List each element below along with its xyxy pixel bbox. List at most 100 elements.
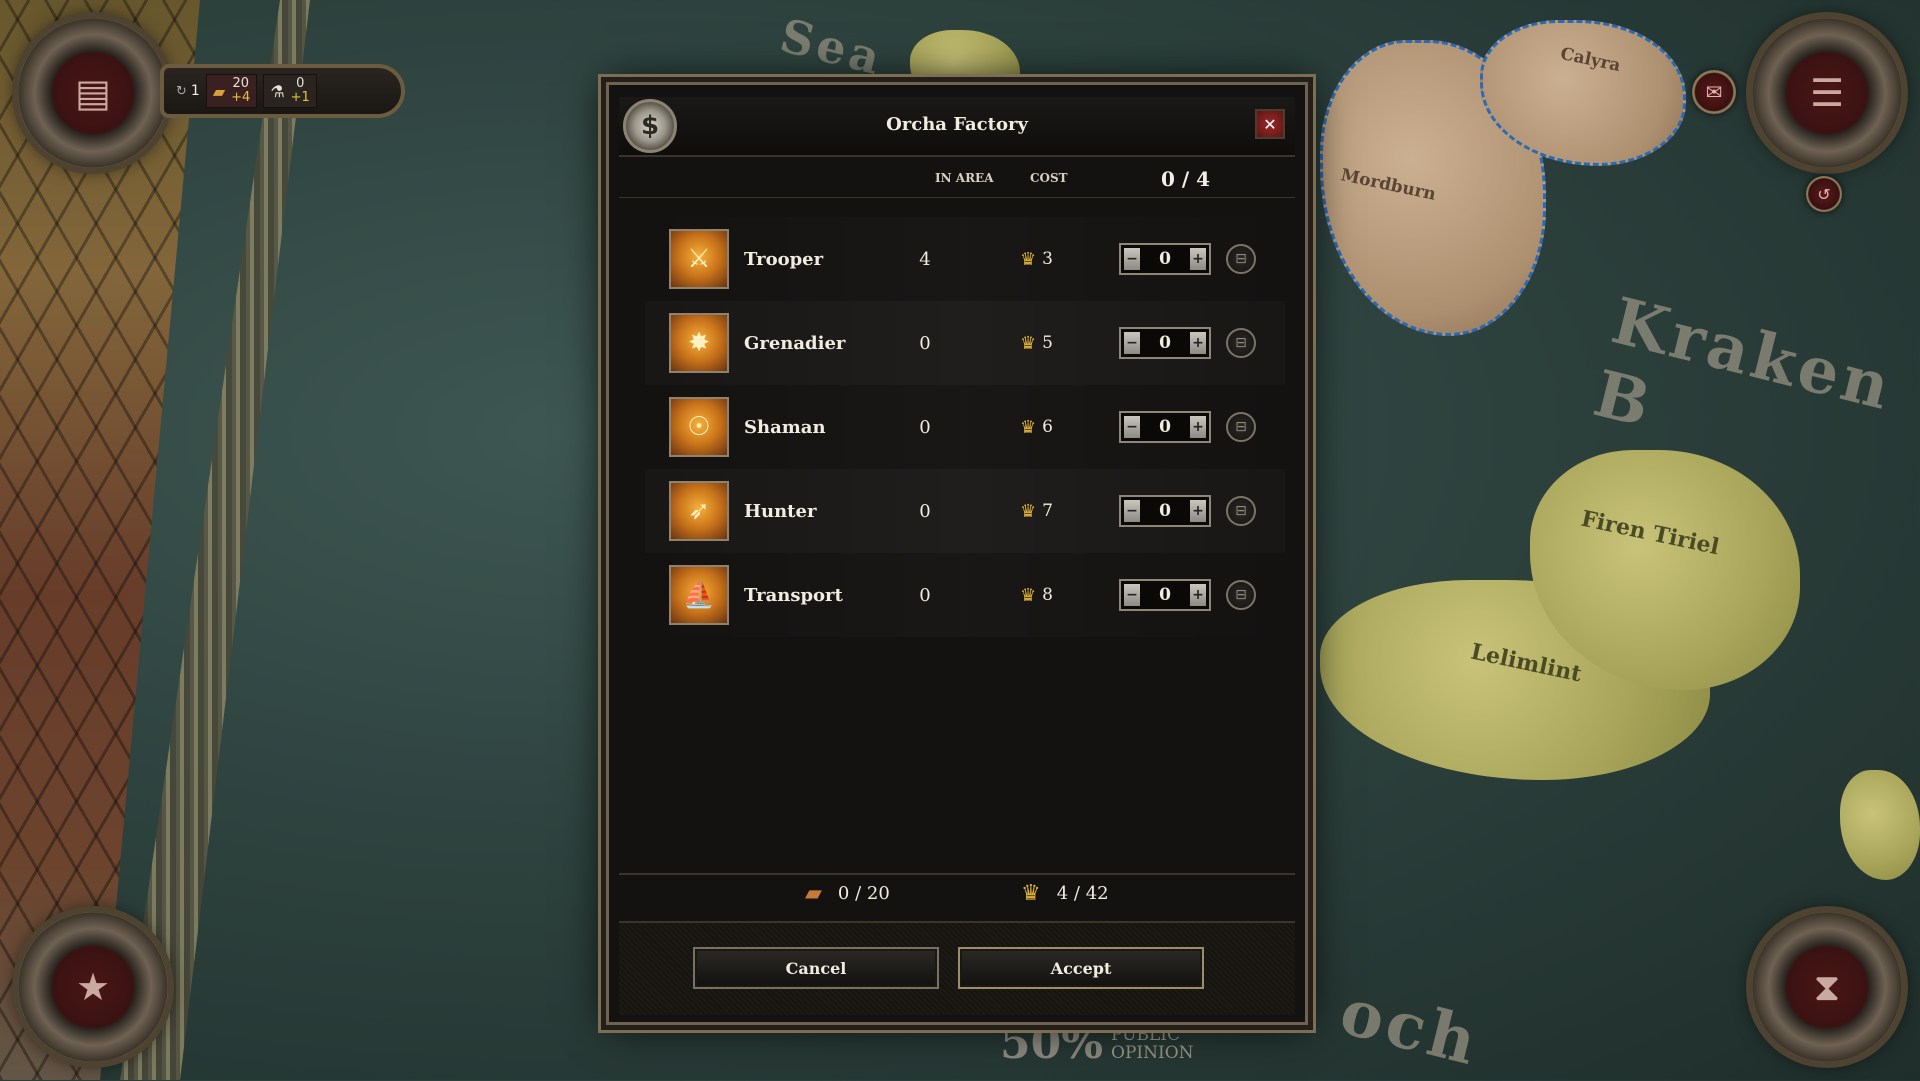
card-deck-button[interactable]: ▤ [18, 18, 168, 168]
gold-summary: ♛ 4 / 42 [1021, 881, 1109, 906]
mail-button[interactable]: ✉ [1692, 70, 1736, 114]
gold-icon: ♛ [1020, 416, 1037, 438]
divider [619, 197, 1295, 198]
unit-name: Hunter [744, 500, 817, 522]
troop-delta: +4 [231, 90, 251, 105]
opinion-label: OPINION [1111, 1042, 1194, 1063]
unit-cost: ♛ 5 [1020, 333, 1053, 354]
public-opinion: 50% PUBLIC OPINION [1000, 1018, 1194, 1069]
quantity-stepper: − 0 + [1119, 243, 1211, 275]
troop-icon: ▰ [212, 81, 226, 101]
research-value: 0 [296, 76, 305, 91]
max-icon: ⊟ [1235, 251, 1247, 267]
gold-icon: ♛ [1020, 248, 1037, 270]
unit-row: ☉ Shaman 0 ♛ 6 − 0 + ⊟ [645, 385, 1285, 469]
accept-button[interactable]: Accept [958, 947, 1204, 989]
dialog-title: Orcha Factory [886, 114, 1028, 135]
turn-count: 1 [190, 83, 200, 99]
sea-name: och [1333, 974, 1488, 1081]
column-header-cost: COST [1030, 171, 1068, 185]
max-icon: ⊟ [1235, 419, 1247, 435]
gold-icon: ♛ [1020, 332, 1037, 354]
decrease-button[interactable]: − [1124, 584, 1140, 606]
unit-cost: ♛ 7 [1020, 501, 1053, 522]
unit-name: Shaman [744, 416, 826, 438]
capacity-summary: ▰ 0 / 20 [805, 881, 890, 906]
flask-icon: ⚗ [270, 81, 285, 101]
unit-cost-value: 5 [1042, 333, 1053, 353]
opinion-percent: 50% [1000, 1018, 1104, 1069]
decrease-button[interactable]: − [1124, 248, 1140, 270]
column-header-in-area: IN AREA [935, 171, 994, 185]
quantity-value[interactable]: 0 [1159, 249, 1171, 269]
increase-button[interactable]: + [1190, 332, 1206, 354]
unit-in-area: 0 [919, 416, 931, 438]
decrease-button[interactable]: − [1124, 416, 1140, 438]
max-button[interactable]: ⊟ [1226, 496, 1256, 526]
research-delta: +1 [290, 90, 310, 105]
max-button[interactable]: ⊟ [1226, 244, 1256, 274]
menu-button[interactable]: ☰ [1752, 18, 1902, 168]
decrease-button[interactable]: − [1124, 500, 1140, 522]
unit-row: ⚔ Trooper 4 ♛ 3 − 0 + ⊟ [645, 217, 1285, 301]
gold-icon: ♛ [1021, 881, 1041, 906]
resource-bar: ↻ 1 ▰ 20 +4 ⚗ 0 +1 [160, 64, 405, 118]
undo-icon: ↺ [1817, 184, 1831, 204]
dialog-header: $ Orcha Factory ✕ [619, 97, 1295, 157]
unit-row: ⛵ Transport 0 ♛ 8 − 0 + ⊟ [645, 553, 1285, 637]
unit-list: ⚔ Trooper 4 ♛ 3 − 0 + ⊟ ✸ Grenadier 0 ♛ … [645, 217, 1285, 637]
hourglass-icon: ⧗ [1813, 964, 1841, 1009]
gold-icon: ♛ [1020, 584, 1037, 606]
opinion-label: PUBLIC [1111, 1024, 1181, 1045]
end-turn-button[interactable]: ⧗ [1752, 912, 1902, 1062]
objectives-button[interactable]: ★ [18, 912, 168, 1062]
quantity-stepper: − 0 + [1119, 579, 1211, 611]
unit-cost-value: 6 [1042, 417, 1053, 437]
unit-name: Grenadier [744, 332, 846, 354]
max-button[interactable]: ⊟ [1226, 580, 1256, 610]
research-resource: ⚗ 0 +1 [263, 74, 317, 108]
increase-button[interactable]: + [1190, 248, 1206, 270]
unit-name: Transport [744, 584, 843, 606]
shaman-icon: ☉ [669, 397, 729, 457]
decrease-button[interactable]: − [1124, 332, 1140, 354]
sea-name: Sea [775, 8, 890, 86]
turn-icon: ↻ [176, 83, 187, 99]
cancel-button[interactable]: Cancel [693, 947, 939, 989]
unit-in-area: 0 [919, 500, 931, 522]
unit-in-area: 0 [919, 584, 931, 606]
quantity-value[interactable]: 0 [1159, 501, 1171, 521]
grenadier-icon: ✸ [669, 313, 729, 373]
max-button[interactable]: ⊟ [1226, 412, 1256, 442]
quantity-value[interactable]: 0 [1159, 417, 1171, 437]
close-icon: ✕ [1263, 114, 1277, 134]
unit-in-area: 4 [919, 248, 931, 270]
star-icon: ★ [75, 965, 111, 1009]
factory-dialog: $ Orcha Factory ✕ IN AREA COST 0 / 4 ⚔ T… [606, 82, 1308, 1025]
increase-button[interactable]: + [1190, 500, 1206, 522]
unit-cost: ♛ 8 [1020, 585, 1053, 606]
increase-button[interactable]: + [1190, 416, 1206, 438]
unit-cost-value: 8 [1042, 585, 1053, 605]
territory-east[interactable] [1840, 770, 1920, 880]
cards-icon: ▤ [75, 71, 111, 115]
quantity-stepper: − 0 + [1119, 495, 1211, 527]
envelope-icon: ✉ [1705, 80, 1723, 104]
unit-row: ➶ Hunter 0 ♛ 7 − 0 + ⊟ [645, 469, 1285, 553]
troop-value: 20 [232, 76, 249, 91]
menu-icon: ☰ [1809, 71, 1845, 115]
max-icon: ⊟ [1235, 503, 1247, 519]
increase-button[interactable]: + [1190, 584, 1206, 606]
hunter-icon: ➶ [669, 481, 729, 541]
troop-resource: ▰ 20 +4 [205, 74, 258, 108]
max-button[interactable]: ⊟ [1226, 328, 1256, 358]
unit-name: Trooper [744, 248, 824, 270]
quantity-value[interactable]: 0 [1159, 333, 1171, 353]
max-icon: ⊟ [1235, 335, 1247, 351]
max-icon: ⊟ [1235, 587, 1247, 603]
quantity-value[interactable]: 0 [1159, 585, 1171, 605]
undo-button[interactable]: ↺ [1806, 176, 1842, 212]
close-button[interactable]: ✕ [1255, 109, 1285, 139]
unit-cost: ♛ 3 [1020, 249, 1053, 270]
gold-value: 4 / 42 [1056, 883, 1109, 904]
